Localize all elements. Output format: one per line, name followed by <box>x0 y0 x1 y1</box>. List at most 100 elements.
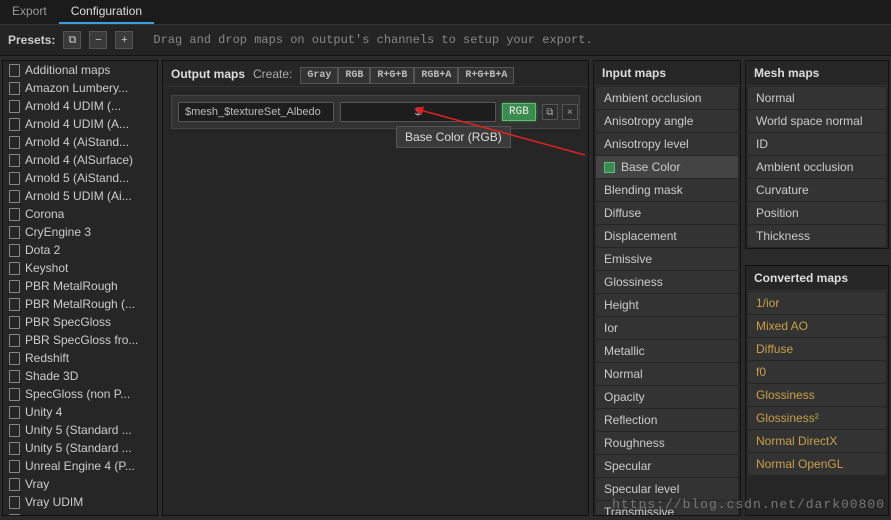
drag-hint: Drag and drop maps on output's channels … <box>153 33 592 47</box>
preset-item[interactable]: Arnold 5 (AiStand... <box>3 169 157 187</box>
tab-export[interactable]: Export <box>0 0 59 24</box>
input-map-item[interactable]: Anisotropy level <box>596 133 738 155</box>
preset-item[interactable]: Amazon Lumbery... <box>3 79 157 97</box>
map-name-input[interactable] <box>178 102 334 122</box>
converted-map-item[interactable]: Normal OpenGL <box>748 453 886 475</box>
input-map-item[interactable]: Diffuse <box>596 202 738 224</box>
input-map-item[interactable]: Specular level <box>596 478 738 500</box>
remove-preset-button[interactable]: − <box>89 31 107 49</box>
document-icon <box>9 118 20 131</box>
preset-label: Shade 3D <box>25 369 78 383</box>
channel-slot[interactable]: RGB <box>502 102 536 122</box>
input-map-item[interactable]: Anisotropy angle <box>596 110 738 132</box>
preset-item[interactable]: Additional maps <box>3 61 157 79</box>
preset-item[interactable]: Arnold 4 (AlSurface) <box>3 151 157 169</box>
document-icon <box>9 460 20 473</box>
document-icon <box>9 316 20 329</box>
preset-item[interactable]: Arnold 4 UDIM (A... <box>3 115 157 133</box>
input-map-item[interactable]: Emissive <box>596 248 738 270</box>
config-icon[interactable]: ⧉ <box>542 104 558 120</box>
preset-item[interactable]: Shade 3D <box>3 367 157 385</box>
presets-panel: Additional mapsAmazon Lumbery...Arnold 4… <box>2 60 158 516</box>
preset-label: Corona <box>25 207 64 221</box>
preset-label: PBR SpecGloss fro... <box>25 333 138 347</box>
create-rgb-button[interactable]: R+G+B <box>370 67 414 84</box>
document-icon <box>9 514 20 516</box>
preset-item[interactable]: Arnold 4 UDIM (... <box>3 97 157 115</box>
preset-item[interactable]: PBR MetalRough <box>3 277 157 295</box>
create-rgba-button[interactable]: R+G+B+A <box>458 67 514 84</box>
input-map-label: Base Color <box>621 160 680 174</box>
input-map-item[interactable]: Displacement <box>596 225 738 247</box>
create-gray-button[interactable]: Gray <box>300 67 338 84</box>
mesh-map-item[interactable]: Thickness <box>748 225 886 247</box>
preset-item[interactable]: Vray <box>3 475 157 493</box>
tab-configuration[interactable]: Configuration <box>59 0 154 24</box>
converted-maps-panel: Converted maps 1/iorMixed AODiffusef0Glo… <box>745 265 889 516</box>
converted-map-item[interactable]: 1/ior <box>748 292 886 314</box>
converted-maps-header: Converted maps <box>754 271 848 285</box>
converted-map-item[interactable]: Glossiness <box>748 384 886 406</box>
mesh-map-item[interactable]: Position <box>748 202 886 224</box>
input-map-item[interactable]: Base Color <box>596 156 738 178</box>
preset-item[interactable]: CryEngine 3 <box>3 223 157 241</box>
add-preset-button[interactable]: + <box>115 31 133 49</box>
create-rgba-button[interactable]: RGB+A <box>414 67 458 84</box>
document-icon <box>9 64 20 77</box>
preset-item[interactable]: Redshift <box>3 349 157 367</box>
create-label: Create: <box>253 67 292 81</box>
preset-item[interactable]: Unity 5 (Standard ... <box>3 421 157 439</box>
input-map-item[interactable]: Glossiness <box>596 271 738 293</box>
document-icon <box>9 334 20 347</box>
document-icon <box>9 424 20 437</box>
preset-item[interactable]: PBR SpecGloss fro... <box>3 331 157 349</box>
preset-item[interactable]: Keyshot <box>3 259 157 277</box>
map-suffix-input[interactable] <box>340 102 496 122</box>
converted-map-item[interactable]: Mixed AO <box>748 315 886 337</box>
input-map-item[interactable]: Height <box>596 294 738 316</box>
presets-list[interactable]: Additional mapsAmazon Lumbery...Arnold 4… <box>3 61 157 515</box>
mesh-map-item[interactable]: World space normal <box>748 110 886 132</box>
rgb-chip[interactable]: RGB <box>502 103 536 121</box>
preset-item[interactable]: unity2017 <box>3 511 157 515</box>
output-map-row: RGB ⧉ × Base Color (RGB) <box>171 95 580 129</box>
preset-item[interactable]: Arnold 4 (AiStand... <box>3 133 157 151</box>
input-map-item[interactable]: Ior <box>596 317 738 339</box>
mesh-map-item[interactable]: Ambient occlusion <box>748 156 886 178</box>
input-map-item[interactable]: Roughness <box>596 432 738 454</box>
converted-map-item[interactable]: Diffuse <box>748 338 886 360</box>
preset-item[interactable]: PBR MetalRough (... <box>3 295 157 313</box>
document-icon <box>9 406 20 419</box>
preset-item[interactable]: PBR SpecGloss <box>3 313 157 331</box>
preset-item[interactable]: Dota 2 <box>3 241 157 259</box>
preset-label: unity2017 <box>25 513 77 515</box>
preset-item[interactable]: Unity 5 (Standard ... <box>3 439 157 457</box>
document-icon <box>9 442 20 455</box>
remove-row-button[interactable]: × <box>562 104 578 120</box>
input-map-item[interactable]: Normal <box>596 363 738 385</box>
preset-item[interactable]: Arnold 5 UDIM (Ai... <box>3 187 157 205</box>
input-map-item[interactable]: Transmissive <box>596 501 738 515</box>
converted-map-item[interactable]: Normal DirectX <box>748 430 886 452</box>
input-map-item[interactable]: Specular <box>596 455 738 477</box>
preset-item[interactable]: Corona <box>3 205 157 223</box>
input-map-item[interactable]: Ambient occlusion <box>596 87 738 109</box>
copy-preset-button[interactable]: ⧉ <box>63 31 81 49</box>
mesh-map-item[interactable]: Curvature <box>748 179 886 201</box>
input-map-item[interactable]: Metallic <box>596 340 738 362</box>
input-map-item[interactable]: Blending mask <box>596 179 738 201</box>
preset-item[interactable]: Unity 4 <box>3 403 157 421</box>
preset-label: Vray <box>25 477 49 491</box>
preset-item[interactable]: Unreal Engine 4 (P... <box>3 457 157 475</box>
converted-map-item[interactable]: f0 <box>748 361 886 383</box>
create-rgb-button[interactable]: RGB <box>338 67 370 84</box>
input-map-item[interactable]: Opacity <box>596 386 738 408</box>
mesh-map-item[interactable]: Normal <box>748 87 886 109</box>
preset-item[interactable]: SpecGloss (non P... <box>3 385 157 403</box>
mesh-map-item[interactable]: ID <box>748 133 886 155</box>
converted-map-item[interactable]: Glossiness² <box>748 407 886 429</box>
document-icon <box>9 298 20 311</box>
input-map-item[interactable]: Reflection <box>596 409 738 431</box>
preset-label: Redshift <box>25 351 69 365</box>
preset-item[interactable]: Vray UDIM <box>3 493 157 511</box>
